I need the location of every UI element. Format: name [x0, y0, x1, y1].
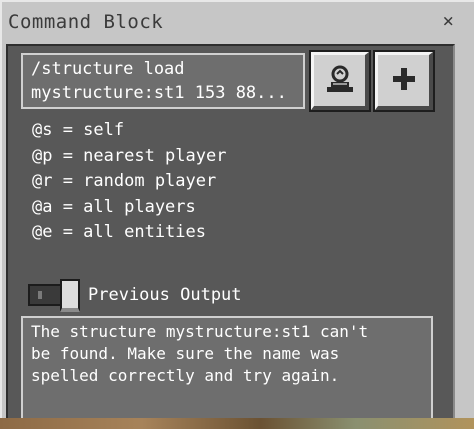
command-input[interactable]: /structure load mystructure:st1 153 88..… — [21, 53, 305, 109]
command-line-1: /structure load — [31, 59, 185, 79]
window-title: Command Block — [8, 11, 164, 33]
structure-block-icon — [325, 63, 355, 99]
previous-output-box: The structure mystructure:st1 can't be f… — [21, 316, 433, 420]
selector-help-list: @s = self @p = nearest player @r = rando… — [32, 118, 226, 246]
previous-output-label: Previous Output — [88, 285, 242, 305]
selector-nearest-player: @p = nearest player — [32, 145, 227, 166]
game-background-strip — [0, 418, 474, 429]
close-icon[interactable]: × — [443, 10, 454, 32]
output-line: spelled correctly and try again. — [31, 366, 340, 385]
previous-output-toggle[interactable] — [28, 279, 82, 313]
command-panel: /structure load mystructure:st1 153 88..… — [6, 44, 455, 420]
selector-all-entities: @e = all entities — [32, 222, 206, 242]
add-button[interactable] — [373, 50, 435, 112]
toggle-knob[interactable] — [60, 279, 80, 312]
selector-random-player: @r = random player — [32, 171, 217, 191]
selector-all-players: @a = all players — [32, 196, 196, 217]
structure-button[interactable] — [309, 50, 371, 112]
output-line: be found. Make sure the name was — [31, 344, 340, 363]
command-block-window: Command Block × /structure load mystruct… — [0, 0, 474, 420]
selector-self: @s = self — [32, 120, 125, 140]
plus-icon — [391, 66, 417, 96]
command-line-2: mystructure:st1 153 88... — [31, 83, 287, 103]
output-line: The structure mystructure:st1 can't — [31, 322, 369, 341]
